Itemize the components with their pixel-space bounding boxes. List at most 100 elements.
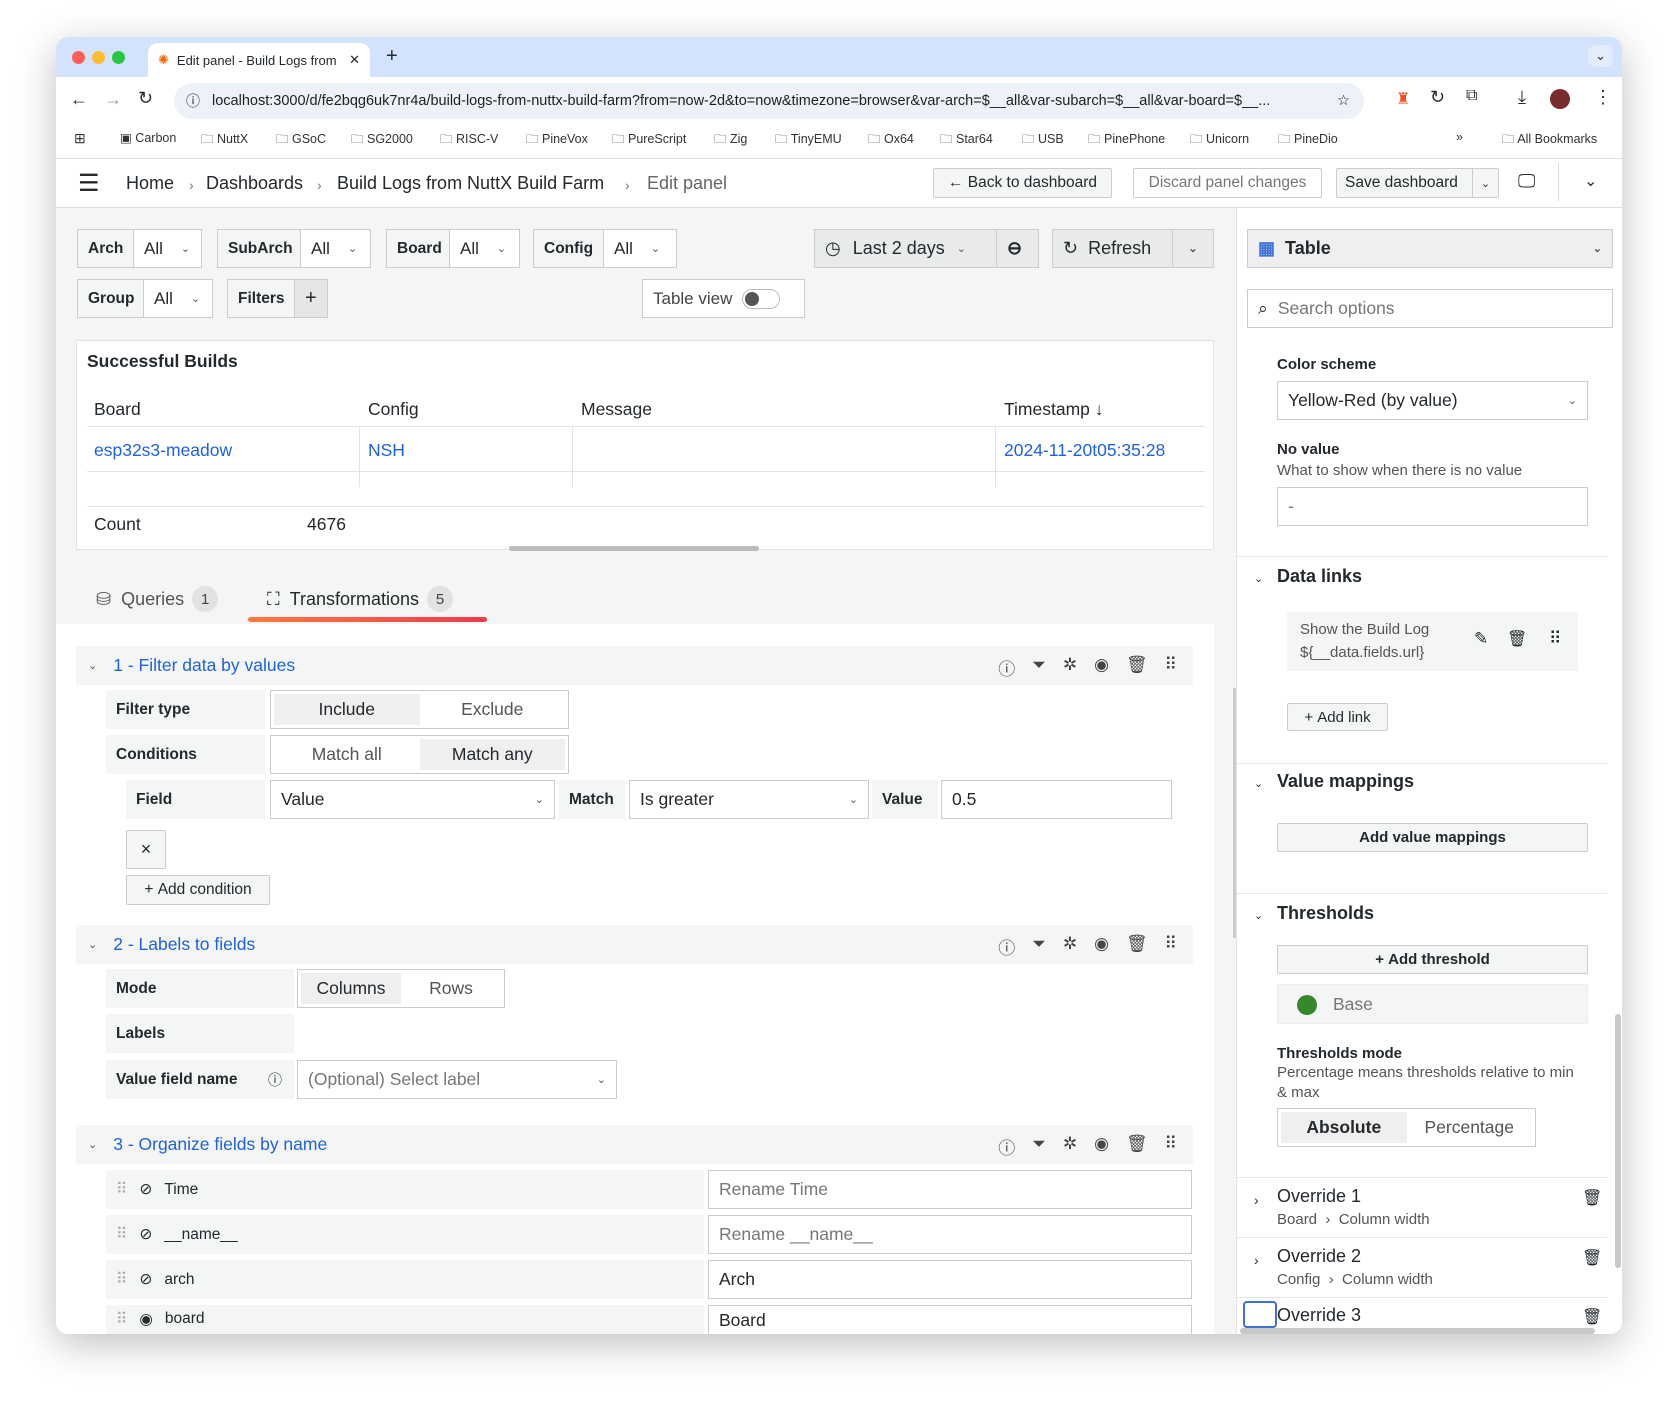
rename-time-input[interactable]: Rename Time [708,1170,1192,1209]
back-icon[interactable]: ← [70,89,88,110]
thresholds-header[interactable]: Thresholds [1277,903,1374,924]
var-select-group[interactable]: All ⌄ [143,279,213,318]
drag-handle-icon[interactable]: ⠿ [1549,629,1561,649]
cell-board-link[interactable]: esp32s3-meadow [94,440,232,461]
minimize-window-button[interactable] [92,51,105,64]
vertical-scrollbar[interactable] [1615,1014,1621,1268]
drag-handle-icon[interactable]: ⠿ [1165,934,1177,959]
visualization-picker[interactable]: ▦ Table ⌄ [1247,229,1613,268]
chevron-down-icon[interactable]: ⌄ [1254,909,1263,922]
column-header-message[interactable]: Message [581,399,652,420]
trash-icon[interactable]: 🗑 [1582,1307,1602,1327]
transformation-header-2[interactable]: ⌄ 2 - Labels to fields ⓘ ⏷ ✲ ◉ 🗑 ⠿ [76,925,1193,964]
cell-config-link[interactable]: NSH [368,440,405,461]
breadcrumb-home[interactable]: Home [126,173,174,194]
add-value-mappings-button[interactable]: Add value mappings [1277,823,1588,852]
color-scheme-select[interactable]: Yellow-Red (by value) ⌄ [1277,381,1588,420]
bookmark-folder[interactable]: 🗀 SG2000 [351,130,413,151]
kiosk-mode-icon[interactable]: 🖵 [1518,171,1535,192]
save-options-chevron-icon[interactable]: ⌄ [1472,169,1498,197]
value-mappings-header[interactable]: Value mappings [1277,771,1414,792]
save-dashboard-button[interactable]: Save dashboard ⌄ [1336,168,1499,198]
eye-icon[interactable]: ◉ [1094,934,1109,959]
filter-icon[interactable]: ⏷ [1032,655,1046,680]
all-bookmarks[interactable]: 🗀 All Bookmarks [1502,130,1597,151]
tab-queries[interactable]: ⛁ Queries 1 [96,586,219,612]
columns-option[interactable]: Columns [301,973,401,1004]
rename-name-input[interactable]: Rename __name__ [708,1215,1192,1254]
time-range-picker[interactable]: ◷ Last 2 days ⌄ [814,229,997,268]
table-view-toggle[interactable]: Table view [642,279,805,318]
var-select-board[interactable]: All ⌄ [449,229,520,268]
eye-off-icon[interactable]: ⊘ [139,1225,152,1244]
bookmark-folder[interactable]: 🗀 RISC-V [440,130,498,151]
add-condition-button[interactable]: + Add condition [126,875,270,905]
breadcrumb-dashboards[interactable]: Dashboards [206,173,303,194]
eye-icon[interactable]: ◉ [1094,1134,1109,1159]
match-any-option[interactable]: Match any [419,739,565,770]
drag-handle-icon[interactable]: ⠿ [116,1225,127,1244]
info-icon[interactable]: ⓘ [998,655,1015,680]
reload-icon[interactable]: ↻ [138,88,153,109]
filter-type-radio[interactable]: Include Exclude [270,690,569,729]
bookmark-folder[interactable]: 🗀 Unicorn [1190,130,1249,151]
rows-option[interactable]: Rows [401,973,501,1004]
mode-radio[interactable]: Columns Rows [297,969,505,1008]
close-window-button[interactable] [72,51,85,64]
back-to-dashboard-button[interactable]: ← Back to dashboard [933,168,1112,198]
filter-icon[interactable]: ⏷ [1032,934,1046,959]
chevron-down-icon[interactable]: ⌄ [1254,572,1263,585]
column-header-timestamp[interactable]: Timestamp ↓ [1004,399,1104,420]
no-value-input[interactable]: - [1277,487,1588,526]
breadcrumb-dashboard[interactable]: Build Logs from NuttX Build Farm [337,173,604,194]
drag-handle-icon[interactable]: ⠿ [1165,1134,1177,1159]
extension-icon[interactable]: ♜ [1396,89,1410,109]
bookmark-folder[interactable]: 🗀 PineVox [526,130,588,151]
chevron-right-icon[interactable]: › [1254,1252,1259,1268]
trash-icon[interactable]: 🗑 [1582,1248,1602,1268]
percentage-option[interactable]: Percentage [1407,1112,1533,1143]
add-link-button[interactable]: + Add link [1287,703,1388,731]
horizontal-scrollbar[interactable] [1240,1328,1595,1334]
bookmark-star-icon[interactable]: ☆ [1337,93,1350,109]
info-icon[interactable]: ⓘ [268,1070,282,1090]
trash-icon[interactable]: 🗑 [1126,934,1148,959]
trash-icon[interactable]: 🗑 [1126,1134,1148,1159]
column-header-board[interactable]: Board [94,399,141,420]
bookmark-folder[interactable]: 🗀 Star64 [940,130,993,151]
chevron-right-icon[interactable]: › [1254,1192,1259,1208]
debug-icon[interactable]: ✲ [1063,934,1077,959]
field-select[interactable]: Value ⌄ [270,780,555,819]
bookmark-folder[interactable]: 🗀 Ox64 [868,130,914,151]
discard-changes-button[interactable]: Discard panel changes [1133,168,1322,198]
rename-arch-input[interactable]: Arch [708,1260,1192,1299]
search-options-input[interactable]: ⌕ Search options [1247,289,1613,328]
transformation-header-3[interactable]: ⌄ 3 - Organize fields by name ⓘ ⏷ ✲ ◉ 🗑 ⠿ [76,1125,1193,1164]
field-row-time[interactable]: ⠿ ⊘ Time [106,1170,704,1209]
bookmark-folder[interactable]: 🗀 USB [1022,130,1064,151]
eye-off-icon[interactable]: ⊘ [139,1270,152,1289]
include-option[interactable]: Include [274,694,420,725]
add-threshold-button[interactable]: + Add threshold [1277,945,1588,974]
eye-off-icon[interactable]: ⊘ [139,1180,152,1199]
var-select-config[interactable]: All ⌄ [603,229,677,268]
site-info-icon[interactable]: ⓘ [186,91,200,111]
collapse-chevron-icon[interactable]: ⌄ [1584,171,1597,191]
eye-icon[interactable]: ◉ [1094,655,1109,680]
horizontal-scrollbar[interactable] [509,546,759,551]
debug-icon[interactable]: ✲ [1063,655,1077,680]
extensions-puzzle-icon[interactable]: ⧉ [1466,87,1477,105]
sync-icon[interactable]: ↻ [1430,87,1445,108]
apps-icon[interactable]: ⊞ [74,130,86,147]
data-link-item[interactable]: Show the Build Log ${__data.fields.url} … [1287,612,1578,671]
field-row-name[interactable]: ⠿ ⊘ __name__ [106,1215,704,1254]
thresholds-mode-radio[interactable]: Absolute Percentage [1277,1108,1536,1147]
field-row-arch[interactable]: ⠿ ⊘ arch [106,1260,704,1299]
menu-kebab-icon[interactable]: ⋮ [1594,87,1612,108]
chevron-down-icon[interactable]: ⌄ [1254,777,1263,790]
menu-icon[interactable]: ☰ [78,169,100,198]
bookmark-folder[interactable]: 🗀 PureScript [612,130,686,151]
override-1-title[interactable]: Override 1 [1277,1186,1361,1207]
data-links-header[interactable]: Data links [1277,566,1362,587]
browser-tab[interactable]: ✺ Edit panel - Build Logs from N ✕ [148,43,370,77]
